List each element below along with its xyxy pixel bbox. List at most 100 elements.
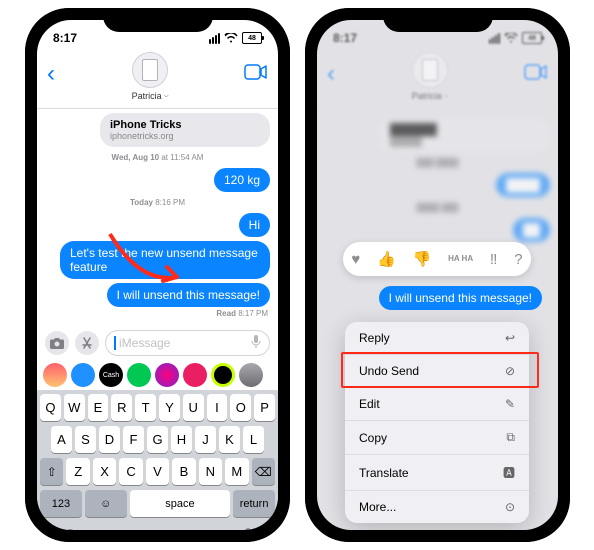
avatar <box>412 52 448 88</box>
back-button[interactable]: ‹ <box>327 56 335 88</box>
tapback-heart-icon[interactable]: ♥ <box>351 251 360 268</box>
key[interactable]: V <box>146 458 169 485</box>
message-sent[interactable]: Let's test the new unsend message featur… <box>60 241 270 279</box>
key[interactable]: E <box>88 394 109 421</box>
key[interactable]: C <box>119 458 142 485</box>
key[interactable]: A <box>51 426 72 453</box>
key[interactable]: Q <box>40 394 61 421</box>
message-sent[interactable]: I will unsend this message! <box>107 283 270 307</box>
signal-icon <box>209 33 220 44</box>
menu-label: Edit <box>359 397 380 411</box>
key[interactable]: T <box>135 394 156 421</box>
message-sent[interactable]: 120 kg <box>214 168 270 192</box>
dictation-icon[interactable] <box>251 335 261 352</box>
contact-header[interactable]: Patricia <box>412 52 448 102</box>
key[interactable]: N <box>199 458 222 485</box>
key[interactable]: L <box>243 426 264 453</box>
key[interactable]: X <box>93 458 116 485</box>
link-url: iphonetricks.org <box>110 131 260 141</box>
menu-undo-send[interactable]: Undo Send⊘ <box>345 355 529 388</box>
app-cash-icon[interactable]: Cash <box>99 363 123 387</box>
facetime-button[interactable] <box>244 56 268 85</box>
camera-button[interactable] <box>45 331 69 355</box>
avatar <box>132 52 168 88</box>
key[interactable]: Y <box>159 394 180 421</box>
menu-label: Reply <box>359 331 390 345</box>
shift-key[interactable]: ⇧ <box>40 458 63 485</box>
key[interactable]: P <box>254 394 275 421</box>
appstore-button[interactable] <box>75 331 99 355</box>
key[interactable]: D <box>99 426 120 453</box>
mic-key[interactable] <box>241 528 255 530</box>
selected-message[interactable]: I will unsend this message! <box>379 286 542 310</box>
signal-icon <box>489 33 500 44</box>
key[interactable]: K <box>219 426 240 453</box>
menu-translate[interactable]: Translate 🅰 <box>345 455 529 491</box>
message-input[interactable]: iMessage <box>105 330 270 356</box>
app-appstore-icon[interactable] <box>71 363 95 387</box>
key[interactable]: W <box>64 394 85 421</box>
menu-label: Translate <box>359 466 409 480</box>
key[interactable]: M <box>225 458 248 485</box>
menu-label: More... <box>359 500 396 514</box>
menu-edit[interactable]: Edit✎ <box>345 388 529 421</box>
tapback-thumbsdown-icon[interactable]: 👎 <box>413 250 432 268</box>
nav-bar: ‹ Patricia <box>317 56 558 109</box>
tapback-question-icon[interactable]: ? <box>514 251 522 268</box>
timestamp: Wed, Aug 10 at 11:54 AM <box>45 153 270 162</box>
read-receipt: Read 8:17 PM <box>45 309 268 318</box>
keyboard[interactable]: QWERTYUIOP ASDFGHJKL ⇧ZXCVBNM⌫ 123☺space… <box>37 390 278 530</box>
timestamp: Today 8:16 PM <box>45 198 270 207</box>
tapback-thumbsup-icon[interactable]: 👍 <box>377 250 396 268</box>
key[interactable]: B <box>172 458 195 485</box>
context-menu: Reply ↩ Undo Send⊘ Edit✎ Copy⧉ Translate 🅰… <box>345 322 529 523</box>
message-sent[interactable]: Hi <box>239 213 270 237</box>
reply-icon: ↩ <box>505 331 515 345</box>
tapback-bar[interactable]: ♥ 👍 👎 HA HA ‼ ? <box>343 242 531 276</box>
globe-key[interactable] <box>60 528 80 530</box>
copy-icon: ⧉ <box>506 430 515 445</box>
key[interactable]: Z <box>66 458 89 485</box>
key[interactable]: J <box>195 426 216 453</box>
app-fitness-icon[interactable] <box>211 363 235 387</box>
return-key[interactable]: return <box>233 490 275 517</box>
menu-reply[interactable]: Reply ↩ <box>345 322 529 355</box>
tapback-exclaim-icon[interactable]: ‼ <box>490 251 498 268</box>
back-button[interactable]: ‹ <box>47 56 55 88</box>
app-strip[interactable]: Cash <box>37 360 278 390</box>
app-audio-icon[interactable] <box>127 363 151 387</box>
nav-bar: ‹ Patricia <box>37 56 278 109</box>
text-cursor <box>114 336 116 350</box>
app-more-icon[interactable] <box>239 363 263 387</box>
translate-icon: 🅰 <box>503 464 515 481</box>
undo-icon: ⊘ <box>505 364 515 378</box>
app-photos-icon[interactable] <box>43 363 67 387</box>
contact-header[interactable]: Patricia <box>132 52 168 102</box>
numbers-key[interactable]: 123 <box>40 490 82 517</box>
key[interactable]: G <box>147 426 168 453</box>
facetime-button[interactable] <box>524 56 548 85</box>
battery-icon: 48 <box>522 32 542 44</box>
key[interactable]: O <box>230 394 251 421</box>
input-placeholder: iMessage <box>119 336 170 350</box>
key[interactable]: I <box>207 394 228 421</box>
tapback-haha-icon[interactable]: HA HA <box>448 255 473 262</box>
key[interactable]: F <box>123 426 144 453</box>
key[interactable]: U <box>183 394 204 421</box>
link-preview[interactable]: iPhone Tricks iphonetricks.org <box>100 113 270 147</box>
battery-icon: 48 <box>242 32 262 44</box>
emoji-key[interactable]: ☺ <box>85 490 127 517</box>
key[interactable]: H <box>171 426 192 453</box>
more-icon: ⊙ <box>505 500 515 514</box>
contact-name: Patricia <box>412 90 448 102</box>
app-memoji-icon[interactable] <box>155 363 179 387</box>
wifi-icon <box>504 33 518 43</box>
backspace-key[interactable]: ⌫ <box>252 458 275 485</box>
menu-copy[interactable]: Copy⧉ <box>345 421 529 455</box>
blurred-background: ███████████ ███ ████ ████ ████ ███ ██ <box>317 114 558 250</box>
menu-more[interactable]: More... ⊙ <box>345 491 529 523</box>
app-music-icon[interactable] <box>183 363 207 387</box>
key[interactable]: S <box>75 426 96 453</box>
key[interactable]: R <box>111 394 132 421</box>
space-key[interactable]: space <box>130 490 230 517</box>
